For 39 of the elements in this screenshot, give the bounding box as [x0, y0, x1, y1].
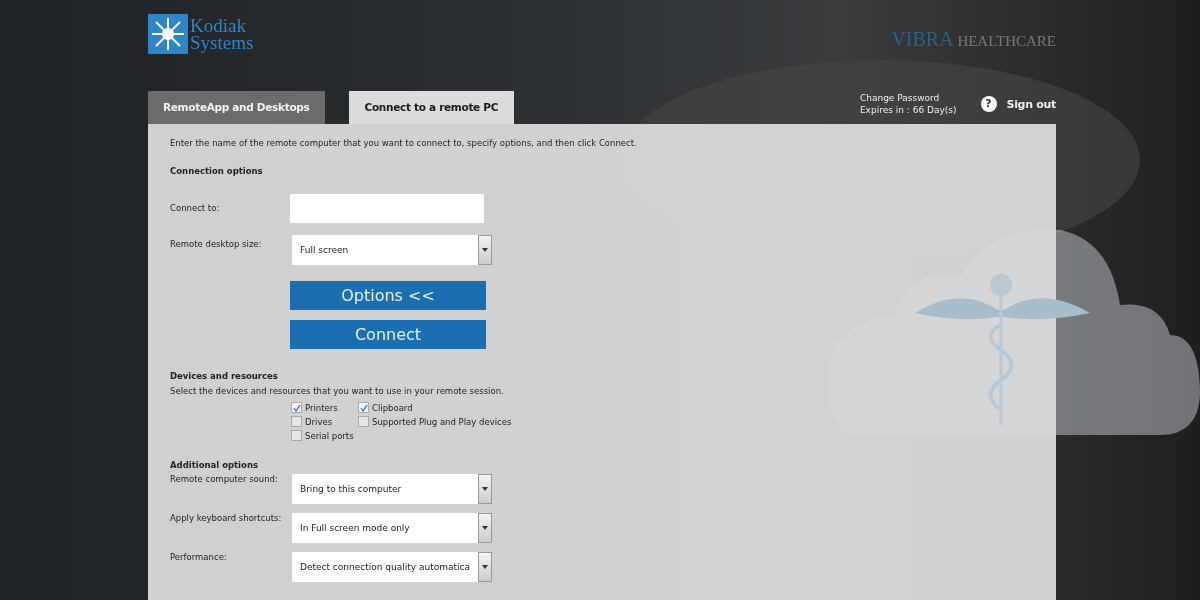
section-heading: Additional options: [170, 460, 259, 470]
caret-icon: [482, 487, 488, 491]
checkbox[interactable]: [291, 430, 302, 441]
section-heading: Connection options: [170, 166, 264, 176]
help-icon[interactable]: ?: [980, 96, 997, 112]
password-expiry-link[interactable]: Change Password Expires in : 66 Day(s): [859, 92, 957, 116]
input-field[interactable]: [290, 194, 484, 223]
field-label: Apply keyboard shortcuts:: [170, 513, 283, 523]
tab[interactable]: RemoteApp and Desktops: [148, 91, 325, 124]
section-heading: Devices and resources: [170, 371, 279, 381]
caret-icon: [482, 526, 488, 530]
tab[interactable]: Connect to a remote PC: [348, 91, 515, 124]
dropdown[interactable]: Full screen: [292, 235, 492, 265]
checkbox-label[interactable]: Supported Plug and Play devices: [372, 416, 512, 427]
checkbox-label[interactable]: Printers: [305, 402, 338, 413]
connect-button[interactable]: Connect: [290, 320, 486, 349]
caret-icon: [482, 248, 488, 252]
intro-text: Enter the name of the remote computer that you want to connect to, specify options, and then click Connect.: [170, 138, 638, 148]
field-label: Remote computer sound:: [170, 474, 279, 484]
checkbox[interactable]: [291, 402, 302, 413]
caret-icon: [482, 565, 488, 569]
checkbox[interactable]: [358, 402, 369, 413]
checkbox-label[interactable]: Clipboard: [372, 402, 413, 413]
partner-logo: VIBRA HEALTHCARE: [891, 28, 1056, 51]
checkbox[interactable]: [291, 416, 302, 427]
dropdown[interactable]: In Full screen mode only: [292, 513, 492, 543]
checkbox[interactable]: [358, 416, 369, 427]
checkbox-label[interactable]: Serial ports: [305, 430, 354, 441]
company-logo: Kodiak Systems: [148, 14, 254, 54]
checkbox-label[interactable]: Drives: [305, 416, 333, 427]
field-label: Remote desktop size:: [170, 238, 263, 249]
field-label: Connect to:: [170, 202, 221, 213]
network-icon: [148, 14, 188, 54]
field-label: Performance:: [170, 552, 228, 562]
section-description: Select the devices and resources that you want to use in your remote session.: [170, 386, 505, 396]
sign-out-link[interactable]: Sign out: [1006, 97, 1056, 111]
dropdown[interactable]: Detect connection quality automatica: [292, 552, 492, 582]
options-button[interactable]: Options <<: [290, 281, 486, 310]
dropdown[interactable]: Bring to this computer: [292, 474, 492, 504]
